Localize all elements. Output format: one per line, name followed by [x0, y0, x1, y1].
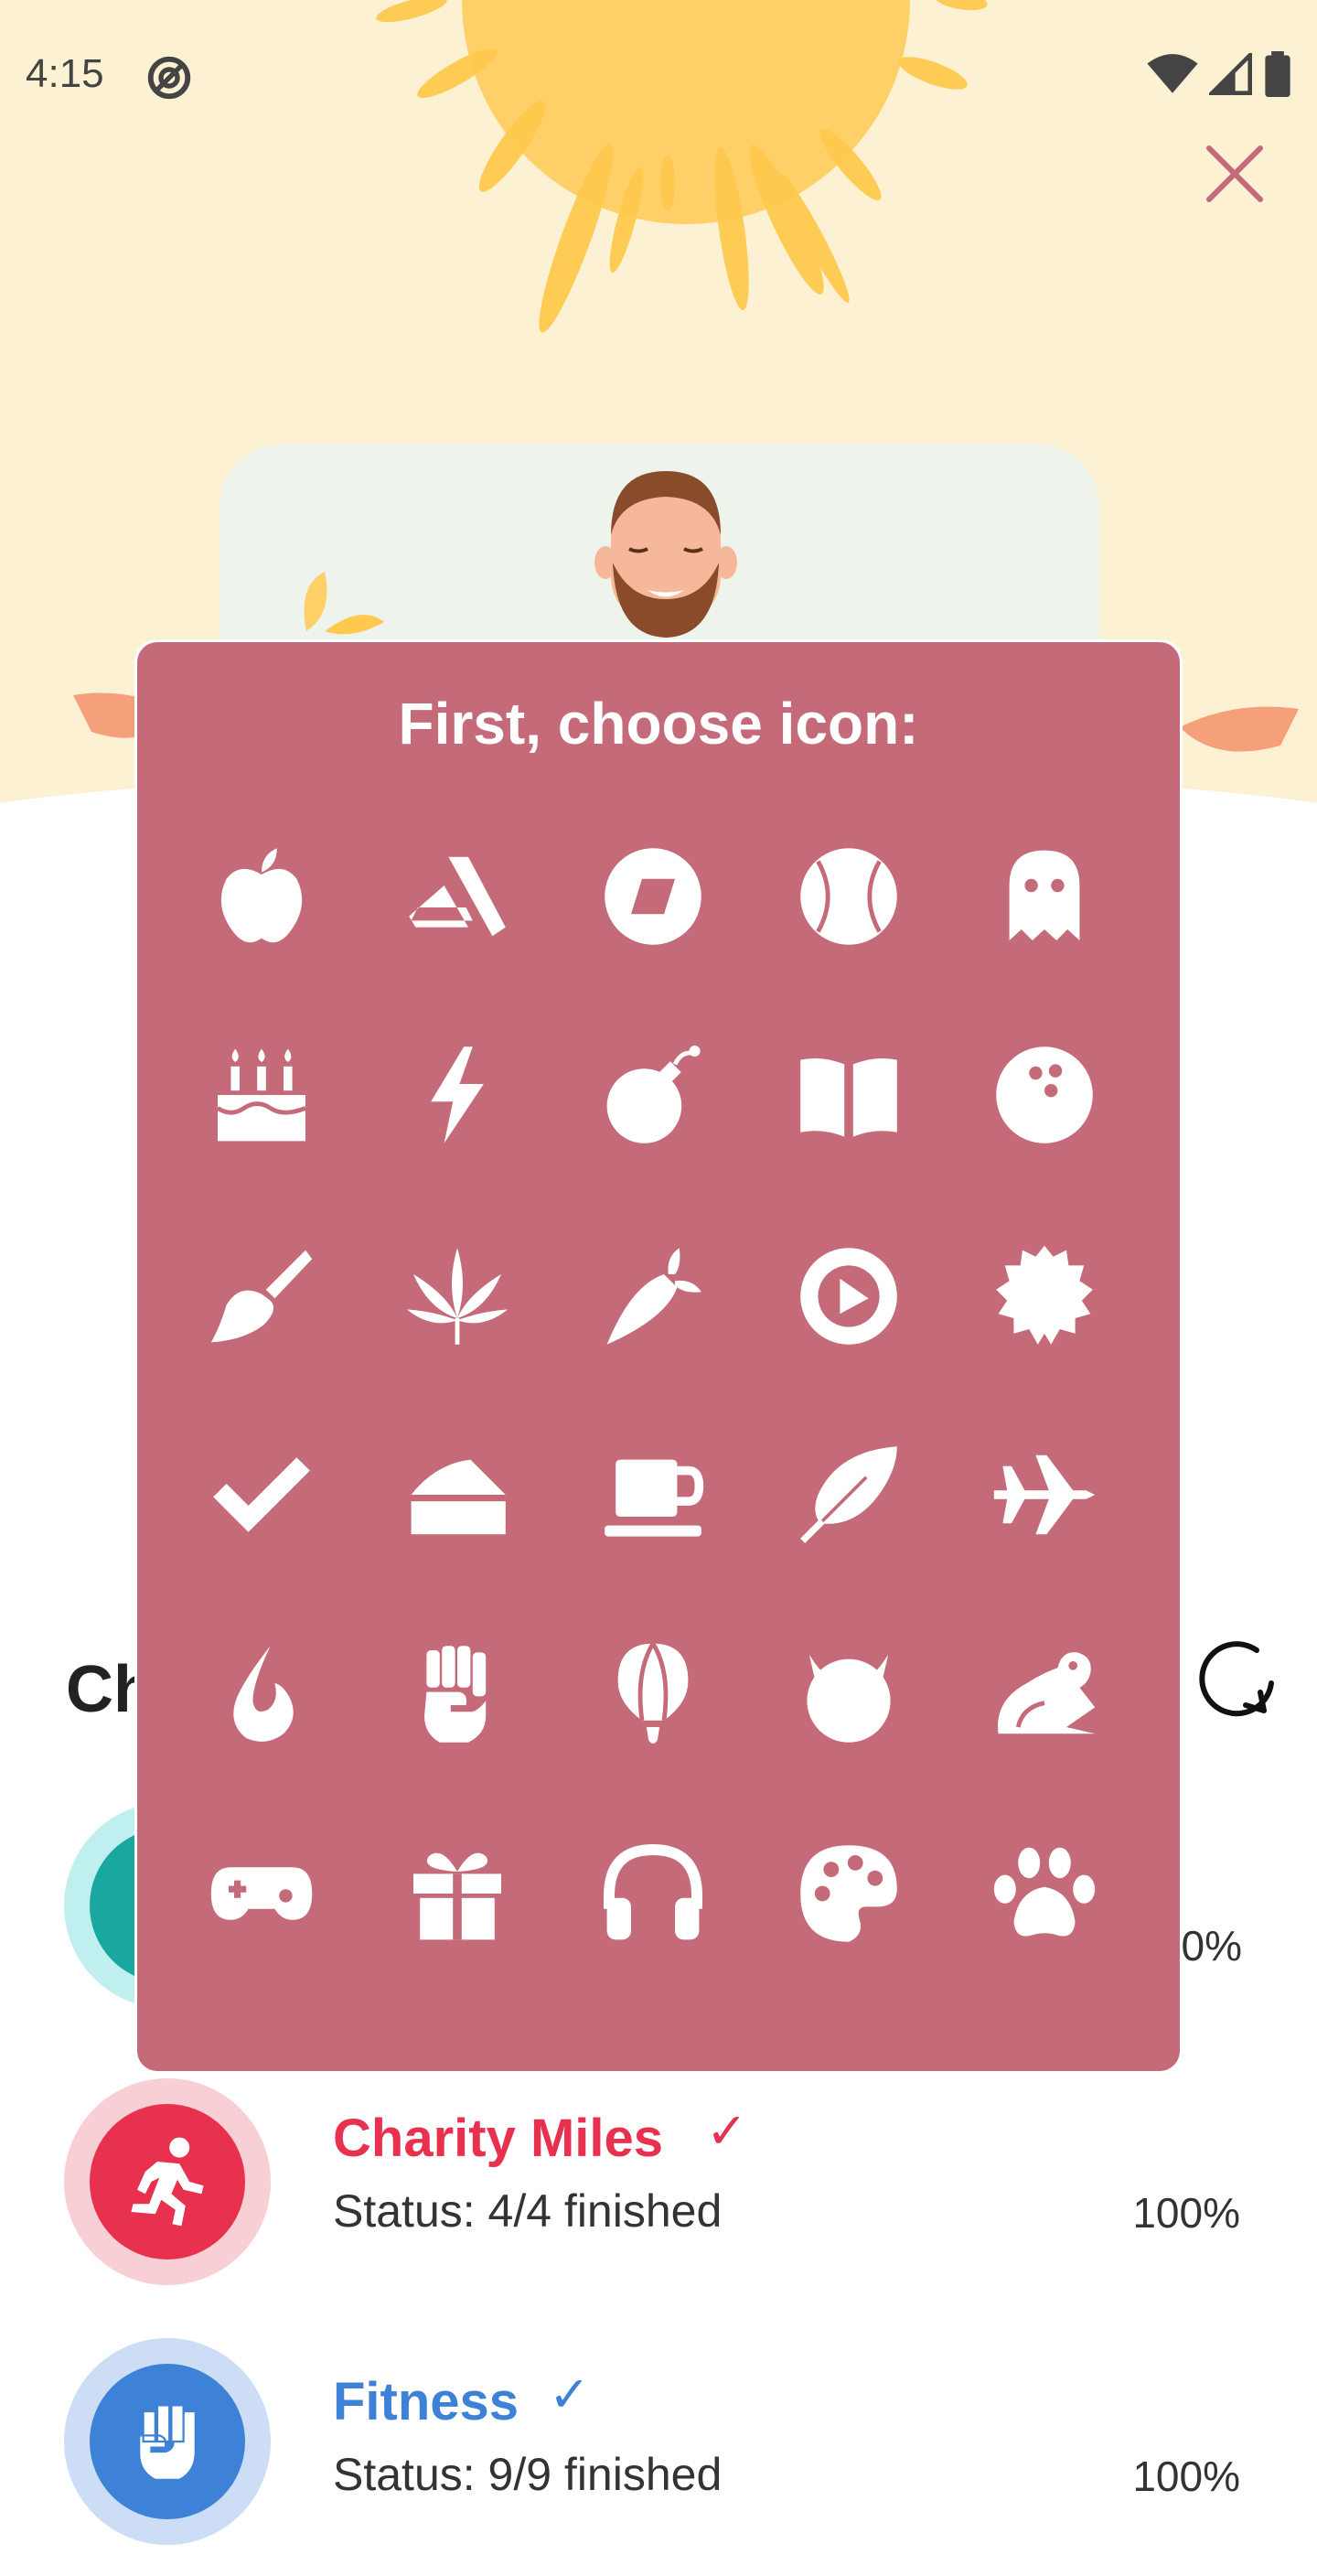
- bolt-icon[interactable]: [393, 1031, 521, 1159]
- challenge-percent: 0%: [1181, 1922, 1242, 1970]
- wifi-icon: [1147, 54, 1198, 93]
- wing-decoration-right: [1180, 706, 1299, 752]
- status-icons: [1147, 51, 1291, 97]
- check-icon: ✓: [549, 2366, 591, 2423]
- youtube-circle-icon[interactable]: [785, 1232, 913, 1360]
- status-time: 4:15: [26, 51, 104, 96]
- bomb-icon[interactable]: [589, 1031, 717, 1159]
- fighter-jet-icon[interactable]: [980, 1431, 1108, 1559]
- certificate-icon[interactable]: [980, 1232, 1108, 1360]
- fire-icon[interactable]: [198, 1630, 326, 1758]
- gift-icon[interactable]: [393, 1830, 521, 1958]
- picker-title: First, choose icon:: [398, 691, 919, 757]
- palette-icon[interactable]: [785, 1830, 913, 1958]
- challenge-icon-background: [64, 2338, 271, 2545]
- sync-off-icon: [147, 56, 191, 100]
- check-icon[interactable]: [198, 1431, 326, 1559]
- challenge-icon-background: [64, 2078, 271, 2285]
- apple-icon[interactable]: [198, 832, 326, 961]
- close-icon[interactable]: [1198, 137, 1271, 210]
- book-open-icon[interactable]: [785, 1031, 913, 1159]
- grinning-devil-icon[interactable]: [785, 1630, 913, 1758]
- icon-picker-dialog: First, choose icon:: [137, 642, 1180, 2071]
- fist-raised-icon: [138, 2404, 197, 2481]
- carrot-icon[interactable]: [589, 1232, 717, 1360]
- battery-icon: [1265, 51, 1290, 97]
- cheese-icon[interactable]: [393, 1431, 521, 1559]
- coffee-icon[interactable]: [589, 1431, 717, 1559]
- baseball-icon[interactable]: [785, 832, 913, 961]
- list-item[interactable]: Charity Miles ✓ Status: 4/4 finished 100…: [0, 2069, 1317, 2307]
- list-item[interactable]: Fitness ✓ Status: 9/9 finished 100%: [0, 2338, 1317, 2576]
- challenge-name: Fitness: [333, 2372, 519, 2431]
- frog-icon[interactable]: [980, 1630, 1108, 1758]
- avatar-illustration: [594, 471, 737, 638]
- check-icon: ✓: [706, 2102, 748, 2160]
- paint-brush-icon[interactable]: [198, 1232, 326, 1360]
- feather-icon[interactable]: [785, 1431, 913, 1559]
- signal-icon: [1209, 53, 1252, 95]
- diaspora-icon[interactable]: [589, 832, 717, 961]
- challenge-name: Charity Miles: [333, 2109, 663, 2168]
- artstation-icon[interactable]: [393, 832, 521, 961]
- challenge-percent: 100%: [1132, 2189, 1240, 2237]
- gamepad-icon[interactable]: [198, 1830, 326, 1958]
- status-bar: 4:15: [0, 0, 1317, 156]
- running-icon: [131, 2137, 204, 2227]
- challenge-status: Status: 4/4 finished: [333, 2185, 723, 2237]
- ghost-icon[interactable]: [980, 832, 1108, 961]
- challenge-status: Status: 9/9 finished: [333, 2449, 723, 2500]
- cannabis-icon[interactable]: [393, 1232, 521, 1360]
- refresh-icon[interactable]: [1189, 1628, 1290, 1729]
- leaf-decoration: [304, 572, 384, 635]
- challenge-percent: 100%: [1132, 2453, 1240, 2500]
- birthday-cake-icon[interactable]: [198, 1031, 326, 1159]
- hot-air-balloon-icon[interactable]: [589, 1630, 717, 1758]
- paw-icon[interactable]: [980, 1830, 1108, 1958]
- bowling-ball-icon[interactable]: [980, 1031, 1108, 1159]
- fist-raised-icon[interactable]: [393, 1630, 521, 1758]
- headphones-icon[interactable]: [589, 1830, 717, 1958]
